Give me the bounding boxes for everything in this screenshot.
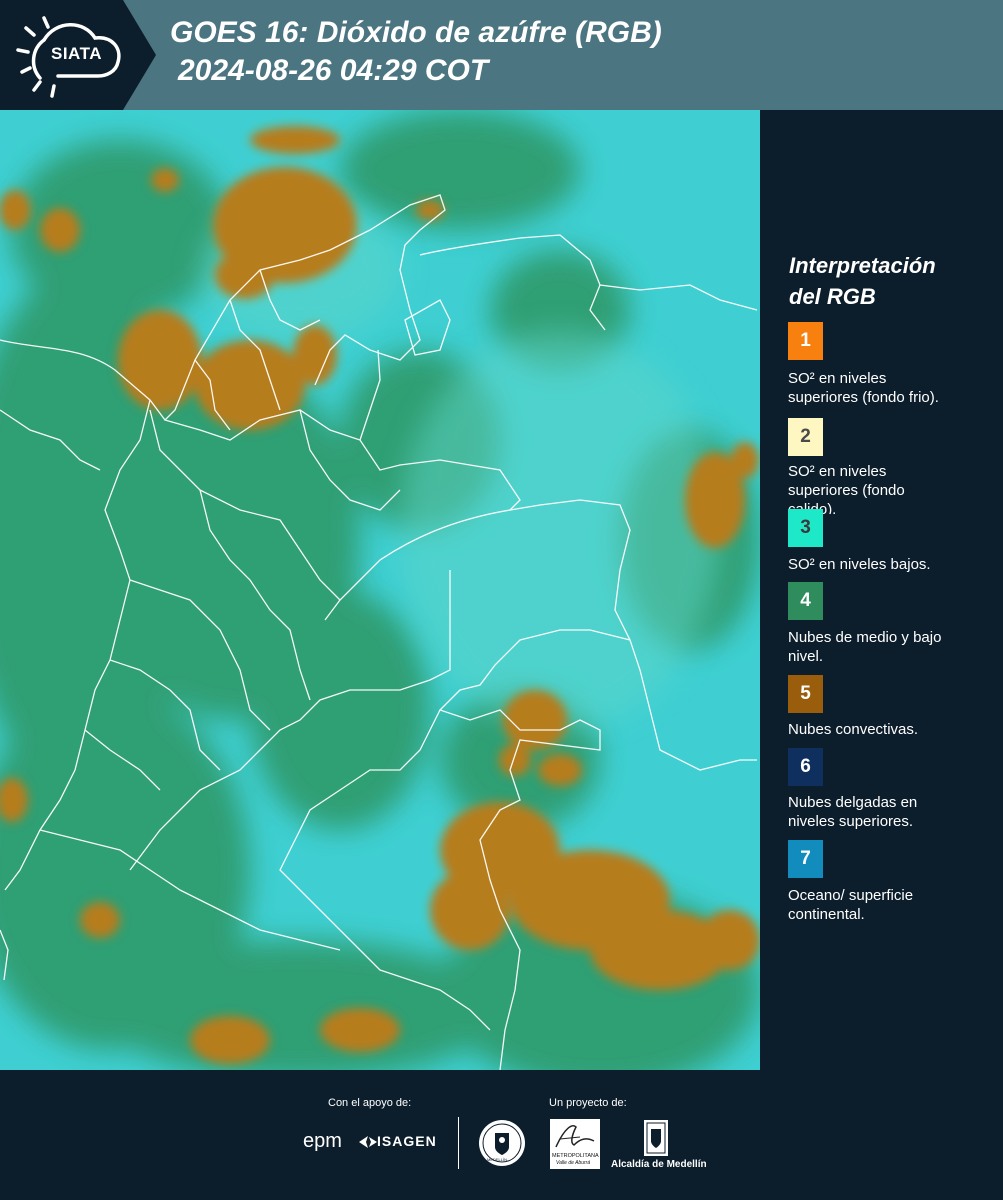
legend-desc-2: SO² en niveles superiores (fondo calido)… — [788, 462, 988, 514]
project-label: Un proyecto de: — [549, 1097, 627, 1109]
title-line-1: GOES 16: Dióxido de azúfre (RGB) — [170, 16, 662, 49]
legend-swatch-4: 4 — [788, 582, 823, 620]
legend-desc-line: SO² en niveles — [788, 370, 887, 387]
legend-desc-line: nivel. — [788, 648, 824, 665]
alcaldia-logo — [643, 1119, 669, 1157]
legend-desc-line: Nubes convectivas. — [788, 721, 919, 738]
legend-desc-line: superiores (fondo frio). — [788, 389, 939, 406]
alcaldia-shield-icon — [644, 1120, 668, 1156]
legend-desc-line: niveles superiores. — [788, 813, 914, 830]
legend-swatch-6: 6 — [788, 748, 823, 786]
legend-swatch-3: 3 — [788, 509, 823, 547]
legend-title: Interpretación del RGB — [789, 250, 989, 312]
legend-title-line-2: del RGB — [789, 284, 876, 309]
support-label: Con el apoyo de: — [328, 1097, 412, 1109]
legend-swatch-5: 5 — [788, 675, 823, 713]
title-line-2: 2024-08-26 04:29 COT — [178, 54, 489, 87]
legend-swatch-1: 1 — [788, 322, 823, 360]
legend-desc-line: Nubes de medio y bajo — [788, 629, 942, 646]
medellin-seal: MEDELLÍN — [478, 1119, 526, 1167]
seal-text: MEDELLÍN — [487, 1157, 508, 1162]
legend-desc-6: Nubes delgadas en niveles superiores. — [788, 793, 988, 831]
siata-logo: SIATA — [0, 0, 156, 110]
legend-desc-7: Oceano/ superficie continental. — [788, 886, 988, 924]
legend-desc-line: SO² en niveles — [788, 463, 887, 480]
area-metropolitana-logo: METROPOLITANA Valle de Aburrá — [550, 1119, 600, 1169]
epm-logo: epm — [303, 1130, 342, 1152]
area-line-1: METROPOLITANA — [552, 1153, 599, 1159]
area-line-2: Valle de Aburrá — [556, 1160, 591, 1166]
legend-swatch-2: 2 — [788, 418, 823, 456]
satellite-image-svg — [0, 110, 760, 1070]
footer-divider — [458, 1117, 459, 1169]
legend-desc-line: Oceano/ superficie — [788, 887, 914, 904]
isagen-text: ISAGEN — [377, 1133, 437, 1149]
legend-desc-5: Nubes convectivas. — [788, 720, 988, 739]
alcaldia-text: Alcaldía de Medellín — [611, 1159, 707, 1170]
legend-desc-3: SO² en niveles bajos. — [788, 555, 988, 574]
legend-desc-line: continental. — [788, 906, 865, 923]
isagen-mark-icon — [359, 1136, 377, 1148]
legend-desc-1: SO² en niveles superiores (fondo frio). — [788, 369, 988, 407]
logo-text: SIATA — [51, 44, 102, 63]
legend-swatch-7: 7 — [788, 840, 823, 878]
legend-desc-line: superiores (fondo — [788, 482, 905, 499]
area-script-icon — [555, 1125, 595, 1148]
header-bar: SIATA GOES 16: Dióxido de azúfre (RGB) 2… — [0, 0, 1003, 110]
legend-title-line-1: Interpretación — [789, 253, 936, 278]
legend-desc-4: Nubes de medio y bajo nivel. — [788, 628, 988, 666]
satellite-map — [0, 110, 760, 1070]
legend-desc-line: SO² en niveles bajos. — [788, 556, 931, 573]
legend-desc-line: Nubes delgadas en — [788, 794, 918, 811]
